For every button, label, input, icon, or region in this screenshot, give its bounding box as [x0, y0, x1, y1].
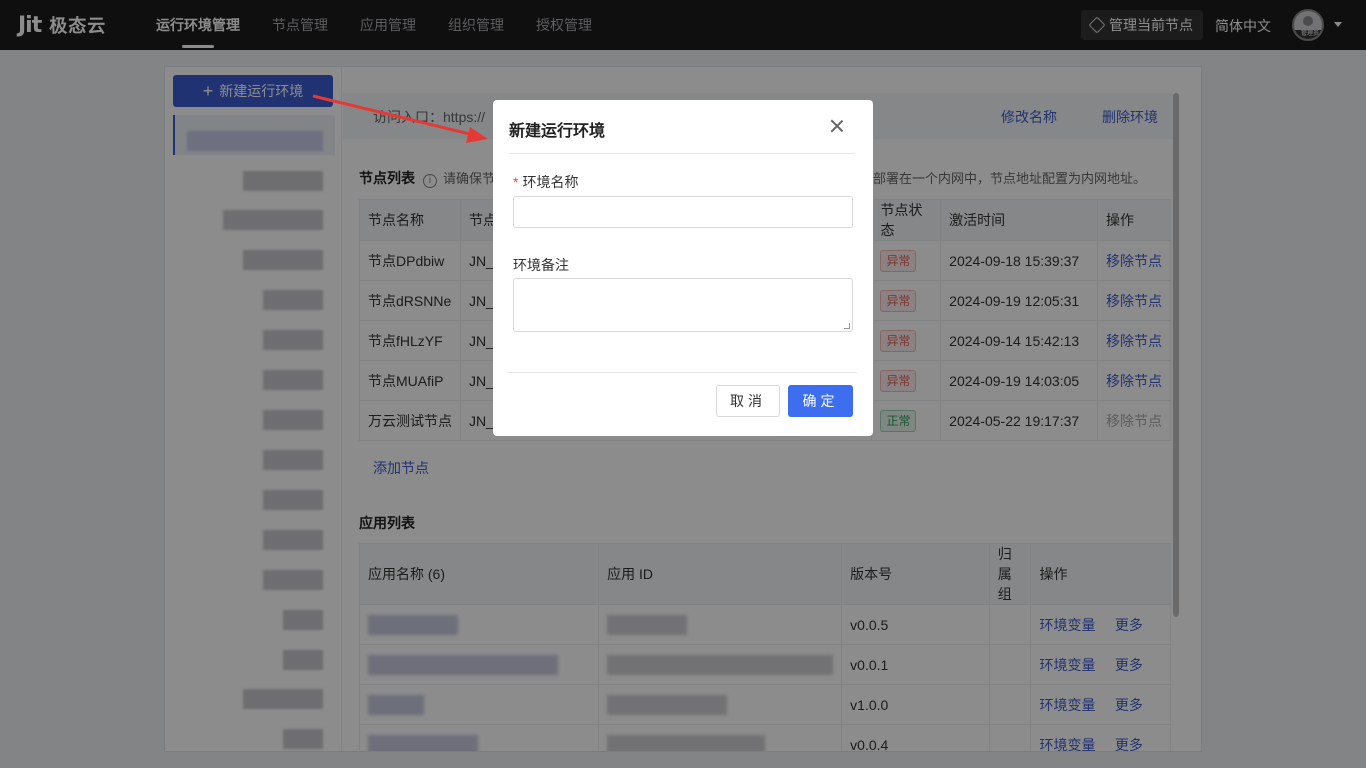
env-name-label-text: 环境名称 [522, 174, 579, 190]
env-note-label: 环境备注 [513, 257, 569, 273]
env-name-input[interactable] [513, 196, 853, 228]
dialog-divider-bottom [507, 372, 857, 373]
new-env-dialog: 新建运行环境 * 环境名称 环境备注 取消 确定 [493, 100, 873, 436]
confirm-button[interactable]: 确定 [788, 385, 853, 417]
cancel-button[interactable]: 取消 [716, 385, 780, 417]
close-icon[interactable] [829, 118, 845, 134]
dialog-title: 新建运行环境 [509, 123, 606, 140]
env-note-textarea[interactable] [513, 278, 853, 332]
dialog-divider-top [509, 153, 855, 154]
required-mark: * [513, 174, 519, 190]
env-name-label: * 环境名称 [513, 172, 578, 192]
resize-handle-icon[interactable] [844, 323, 850, 329]
